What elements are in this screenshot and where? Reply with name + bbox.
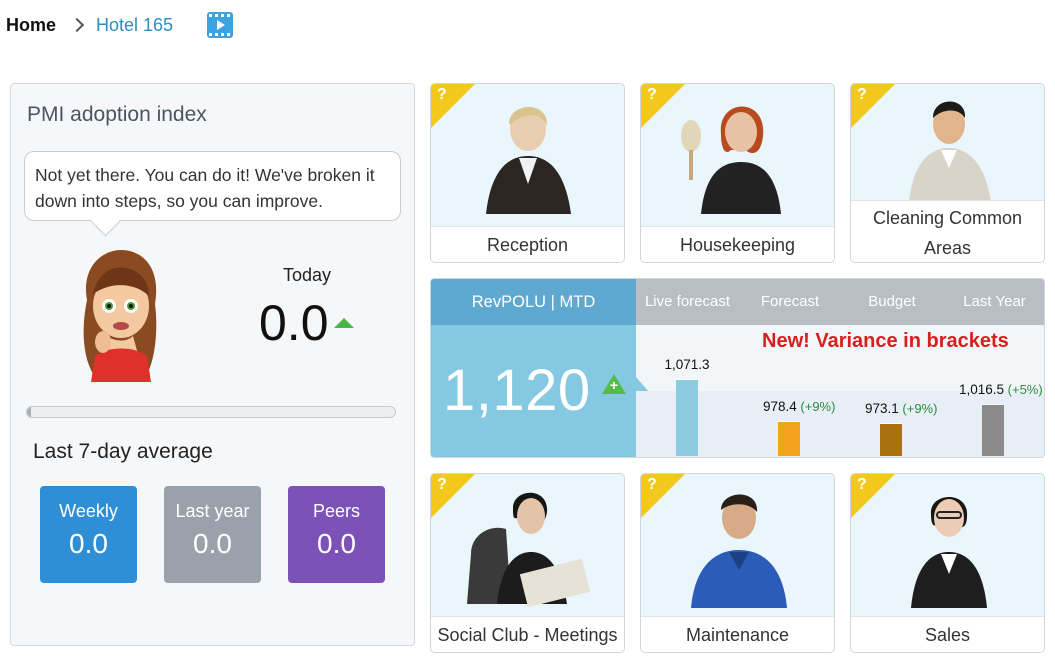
pmi-title: PMI adoption index bbox=[27, 103, 207, 126]
pmi-progress-fill bbox=[27, 407, 31, 417]
bar-budget bbox=[880, 423, 902, 456]
bar-forecast bbox=[778, 420, 800, 456]
plus-icon: + bbox=[609, 377, 619, 393]
last-year-label: Last year bbox=[175, 501, 250, 521]
bar-value-label: 978.4 (+9%) bbox=[763, 399, 835, 414]
trend-up-icon bbox=[334, 318, 354, 328]
col-header-forecast: Forecast bbox=[739, 279, 841, 325]
bar-value: 1,071.3 bbox=[664, 356, 710, 372]
bar-value-label: 1,071.3 bbox=[665, 357, 710, 372]
help-icon[interactable]: ? bbox=[647, 86, 657, 104]
bar-variance: (+9%) bbox=[898, 401, 938, 417]
average-title: Last 7-day average bbox=[33, 440, 213, 463]
variance-note: New! Variance in brackets bbox=[762, 330, 1009, 352]
card-label: Sales bbox=[851, 616, 1044, 652]
card-sales[interactable]: ? Sales bbox=[850, 473, 1045, 653]
bar-value-label: 1,016.5 (+5%) bbox=[959, 382, 1043, 397]
breadcrumb: Home Hotel 165 bbox=[6, 12, 234, 38]
peers-tile[interactable]: Peers 0.0 bbox=[288, 486, 385, 583]
video-icon[interactable] bbox=[207, 12, 234, 38]
help-icon[interactable]: ? bbox=[437, 476, 447, 494]
card-label-line1: Cleaning Common bbox=[872, 208, 1023, 228]
weekly-tile[interactable]: Weekly 0.0 bbox=[40, 486, 137, 583]
breadcrumb-hotel[interactable]: Hotel 165 bbox=[96, 15, 173, 36]
card-label-line2: Areas bbox=[923, 238, 972, 258]
card-label: Cleaning Common Areas bbox=[851, 200, 1044, 262]
revpolu-title: RevPOLU | MTD bbox=[431, 279, 636, 325]
bar-variance: (+5%) bbox=[1004, 381, 1043, 397]
card-label: Social Club - Meetings bbox=[431, 616, 624, 652]
card-social-club-meetings[interactable]: ? Social Club - Meetings bbox=[430, 473, 625, 653]
today-value: 0.0 bbox=[259, 295, 329, 351]
card-housekeeping[interactable]: ? Housekeeping bbox=[640, 83, 835, 263]
help-icon[interactable]: ? bbox=[857, 86, 867, 104]
card-label: Housekeeping bbox=[641, 226, 834, 262]
card-cleaning-common-areas[interactable]: ? Cleaning Common Areas bbox=[850, 83, 1045, 263]
pmi-adoption-panel: PMI adoption index Not yet there. You ca… bbox=[10, 83, 415, 646]
help-icon[interactable]: ? bbox=[437, 86, 447, 104]
girl-avatar-icon bbox=[83, 250, 157, 382]
today-label: Today bbox=[282, 265, 332, 285]
weekly-value: 0.0 bbox=[69, 528, 108, 559]
pmi-progress-bar bbox=[26, 406, 396, 418]
bar-value: 1,016.5 bbox=[959, 381, 1005, 397]
col-header-last-year: Last Year bbox=[943, 279, 1044, 325]
bar-value: 978.4 bbox=[763, 398, 797, 414]
bar-value: 973.1 bbox=[865, 401, 899, 417]
breadcrumb-home[interactable]: Home bbox=[6, 15, 56, 36]
chevron-right-icon bbox=[69, 17, 85, 33]
speech-bubble: Not yet there. You can do it! We've brok… bbox=[24, 151, 401, 221]
bar-live-forecast bbox=[676, 378, 698, 456]
weekly-label: Weekly bbox=[59, 501, 118, 521]
col-header-live-forecast: Live forecast bbox=[636, 279, 739, 325]
revpolu-widget[interactable]: RevPOLU | MTD 1,120 + Live forecast Fore… bbox=[430, 278, 1045, 458]
card-label: Maintenance bbox=[641, 616, 834, 652]
revpolu-value: 1,120 bbox=[443, 358, 591, 423]
card-label: Reception bbox=[431, 226, 624, 262]
peers-label: Peers bbox=[312, 501, 361, 521]
col-header-budget: Budget bbox=[841, 279, 943, 325]
peers-value: 0.0 bbox=[317, 528, 356, 559]
last-year-value: 0.0 bbox=[193, 528, 232, 559]
bar-last-year bbox=[982, 403, 1004, 456]
bar-value-label: 973.1 (+9%) bbox=[865, 401, 937, 416]
card-reception[interactable]: ? Reception bbox=[430, 83, 625, 263]
bar-variance: (+9%) bbox=[796, 398, 836, 414]
help-icon[interactable]: ? bbox=[857, 476, 867, 494]
last-year-tile[interactable]: Last year 0.0 bbox=[164, 486, 261, 583]
card-maintenance[interactable]: ? Maintenance bbox=[640, 473, 835, 653]
help-icon[interactable]: ? bbox=[647, 476, 657, 494]
